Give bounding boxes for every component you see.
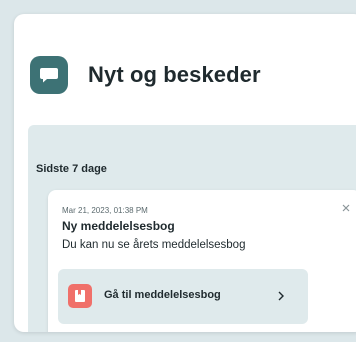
chat-bubble-icon: [30, 56, 68, 94]
news-card: Nyt og beskeder Sidste 7 dage Mar 21, 20…: [14, 14, 356, 332]
notifications-panel: Sidste 7 dage Mar 21, 2023, 01:38 PM Ny …: [28, 125, 356, 332]
page-title: Nyt og beskeder: [88, 62, 261, 87]
book-icon: [68, 284, 92, 308]
notification-title: Ny meddelelsesbog: [62, 219, 175, 233]
close-icon[interactable]: [339, 201, 353, 215]
go-to-message-book-button[interactable]: Gå til meddelelsesbog: [58, 269, 308, 324]
news-header: Nyt og beskeder: [30, 56, 261, 94]
chevron-right-icon: [276, 289, 286, 301]
notification-timestamp: Mar 21, 2023, 01:38 PM: [62, 206, 148, 215]
notification-card: Mar 21, 2023, 01:38 PM Ny meddelelsesbog…: [48, 190, 356, 332]
notification-body: Du kan nu se årets meddelelsesbog: [62, 239, 246, 251]
section-title: Sidste 7 dage: [36, 163, 107, 175]
go-to-message-book-label: Gå til meddelelsesbog: [104, 289, 221, 301]
